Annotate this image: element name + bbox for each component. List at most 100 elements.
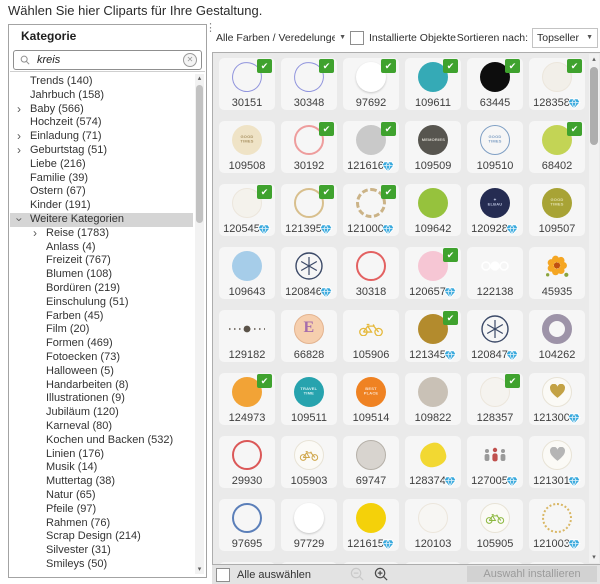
zoom-out-icon[interactable] — [350, 567, 365, 584]
clipart-tile[interactable]: 109642 — [405, 184, 461, 236]
clipart-tile[interactable]: 105903 — [281, 436, 337, 488]
scroll-down-icon[interactable]: ▾ — [195, 565, 204, 574]
sidebar-item[interactable]: Scrap Design (214) — [10, 530, 193, 544]
hide-installed-checkbox[interactable] — [350, 31, 364, 45]
sidebar-item[interactable]: ›Weitere Kategorien — [10, 213, 193, 227]
sidebar-item[interactable]: Fotoecken (73) — [10, 351, 193, 365]
clipart-tile[interactable]: 129182 — [219, 310, 275, 362]
sidebar-item[interactable]: Familie (39) — [10, 172, 193, 186]
scroll-up-icon[interactable]: ▴ — [589, 55, 599, 64]
sidebar-item[interactable]: Smileys (50) — [10, 558, 193, 572]
sidebar-item[interactable]: Jubiläum (120) — [10, 406, 193, 420]
clipart-tile[interactable]: ✔ 68402 — [529, 121, 585, 173]
sidebar-scrollbar[interactable]: ▴ ▾ — [195, 74, 204, 574]
clipart-tile[interactable]: ✔ 121000 — [343, 184, 399, 236]
clipart-tile[interactable]: 121615 — [343, 499, 399, 551]
sidebar-item[interactable]: Trends (140) — [10, 75, 193, 89]
sidebar-item[interactable]: Film (20) — [10, 323, 193, 337]
clipart-tile[interactable]: 127005 — [467, 436, 523, 488]
chevron-icon[interactable]: › — [17, 130, 21, 143]
chevron-icon[interactable]: › — [33, 227, 37, 240]
clipart-tile[interactable]: ✦ ELBAU 120928 — [467, 184, 523, 236]
chevron-icon[interactable]: › — [13, 217, 26, 221]
clipart-tile[interactable]: 29930 — [219, 436, 275, 488]
sidebar-item[interactable]: ›Baby (566) — [10, 103, 193, 117]
sidebar-item[interactable]: Einschulung (51) — [10, 296, 193, 310]
scrollbar-thumb[interactable] — [196, 85, 203, 223]
sidebar-item[interactable]: Formen (469) — [10, 337, 193, 351]
clipart-tile[interactable]: 121003 — [529, 499, 585, 551]
clipart-tile[interactable]: 121301 — [529, 436, 585, 488]
sort-dropdown[interactable]: Topseller ▼ — [532, 28, 598, 48]
sidebar-item[interactable]: Liebe (216) — [10, 158, 193, 172]
sidebar-item[interactable]: Hochzeit (574) — [10, 116, 193, 130]
clipart-tile[interactable]: 120847 — [467, 310, 523, 362]
clipart-tile[interactable]: ✔ 109611 — [405, 58, 461, 110]
sidebar-item[interactable]: Musik (14) — [10, 461, 193, 475]
sidebar-item[interactable]: Karneval (80) — [10, 420, 193, 434]
chevron-icon[interactable]: › — [17, 144, 21, 157]
clipart-tile[interactable]: ✔ 120657 — [405, 247, 461, 299]
sidebar-item[interactable]: Halloween (5) — [10, 365, 193, 379]
search-input[interactable] — [37, 54, 183, 66]
clipart-tile[interactable]: ✔ 128357 — [467, 373, 523, 425]
clipart-tile[interactable]: 122138 — [467, 247, 523, 299]
chevron-icon[interactable]: › — [17, 103, 21, 116]
clipart-tile[interactable]: 97729 — [281, 499, 337, 551]
sidebar-item[interactable]: Farben (45) — [10, 310, 193, 324]
sidebar-item[interactable]: ›Geburtstag (51) — [10, 144, 193, 158]
clipart-tile[interactable]: 128374 — [405, 436, 461, 488]
clipart-tile[interactable]: ✔ 97692 — [343, 58, 399, 110]
clipart-tile[interactable]: 105906 — [343, 310, 399, 362]
sidebar-item[interactable]: Kochen und Backen (532) — [10, 434, 193, 448]
sidebar-item[interactable]: Kinder (191) — [10, 199, 193, 213]
zoom-in-icon[interactable] — [374, 567, 389, 584]
sidebar-item[interactable]: Muttertag (38) — [10, 475, 193, 489]
clipart-tile[interactable]: GOOD TIMES 109510 — [467, 121, 523, 173]
sidebar-item[interactable]: Handarbeiten (8) — [10, 379, 193, 393]
clipart-tile[interactable]: ✔ 30192 — [281, 121, 337, 173]
clipart-tile[interactable]: ✔ 63445 — [467, 58, 523, 110]
clipart-tile[interactable]: 109822 — [405, 373, 461, 425]
sidebar-item[interactable]: Silvester (31) — [10, 544, 193, 558]
clipart-tile[interactable]: ✔ 30151 — [219, 58, 275, 110]
clipart-tile[interactable]: E 66828 — [281, 310, 337, 362]
clipart-tile[interactable]: 120103 — [405, 499, 461, 551]
clipart-tile[interactable]: 97695 — [219, 499, 275, 551]
clipart-tile[interactable]: 109643 — [219, 247, 275, 299]
sidebar-item[interactable]: ›Einladung (71) — [10, 130, 193, 144]
sidebar-item[interactable]: Blumen (108) — [10, 268, 193, 282]
clipart-tile[interactable]: ✔ 30348 — [281, 58, 337, 110]
sidebar-item[interactable]: Anlass (4) — [10, 241, 193, 255]
clipart-tile[interactable]: ✔ 120545 — [219, 184, 275, 236]
sidebar-item[interactable]: Natur (65) — [10, 489, 193, 503]
select-all-checkbox[interactable] — [216, 568, 230, 582]
clipart-tile[interactable]: 120846 — [281, 247, 337, 299]
grid-scrollbar[interactable]: ▴ ▾ — [589, 54, 599, 563]
category-search-box[interactable]: ✕ — [13, 50, 202, 70]
clipart-tile[interactable]: 69747 — [343, 436, 399, 488]
scroll-up-icon[interactable]: ▴ — [195, 74, 204, 83]
sidebar-item[interactable]: Bordüren (219) — [10, 282, 193, 296]
scroll-down-icon[interactable]: ▾ — [589, 553, 599, 562]
clipart-tile[interactable]: 30318 — [343, 247, 399, 299]
install-selection-button[interactable]: Auswahl installieren — [467, 566, 597, 582]
panel-splitter-handle[interactable]: ⋮ — [205, 26, 209, 31]
sidebar-item[interactable]: Freizeit (767) — [10, 254, 193, 268]
color-filter-dropdown[interactable]: Alle Farben / Veredelunger ▼ — [216, 32, 346, 44]
clipart-tile[interactable]: ✔ 121345 — [405, 310, 461, 362]
sidebar-item[interactable]: Ostern (67) — [10, 185, 193, 199]
clipart-tile[interactable]: 45935 — [529, 247, 585, 299]
sidebar-item[interactable]: Illustrationen (9) — [10, 392, 193, 406]
clear-search-icon[interactable]: ✕ — [183, 53, 197, 67]
clipart-tile[interactable]: TRAVEL TIME 109511 — [281, 373, 337, 425]
scrollbar-thumb[interactable] — [590, 67, 598, 145]
clipart-tile[interactable]: GOOD TIMES 109507 — [529, 184, 585, 236]
clipart-tile[interactable]: ✔ 121395 — [281, 184, 337, 236]
sidebar-item[interactable]: Linien (176) — [10, 448, 193, 462]
sidebar-item[interactable]: ›Reise (1783) — [10, 227, 193, 241]
clipart-tile[interactable]: 105905 — [467, 499, 523, 551]
clipart-tile[interactable]: ✔ 128358 — [529, 58, 585, 110]
clipart-tile[interactable]: GOOD TIMES 109508 — [219, 121, 275, 173]
sidebar-item[interactable]: Jahrbuch (158) — [10, 89, 193, 103]
